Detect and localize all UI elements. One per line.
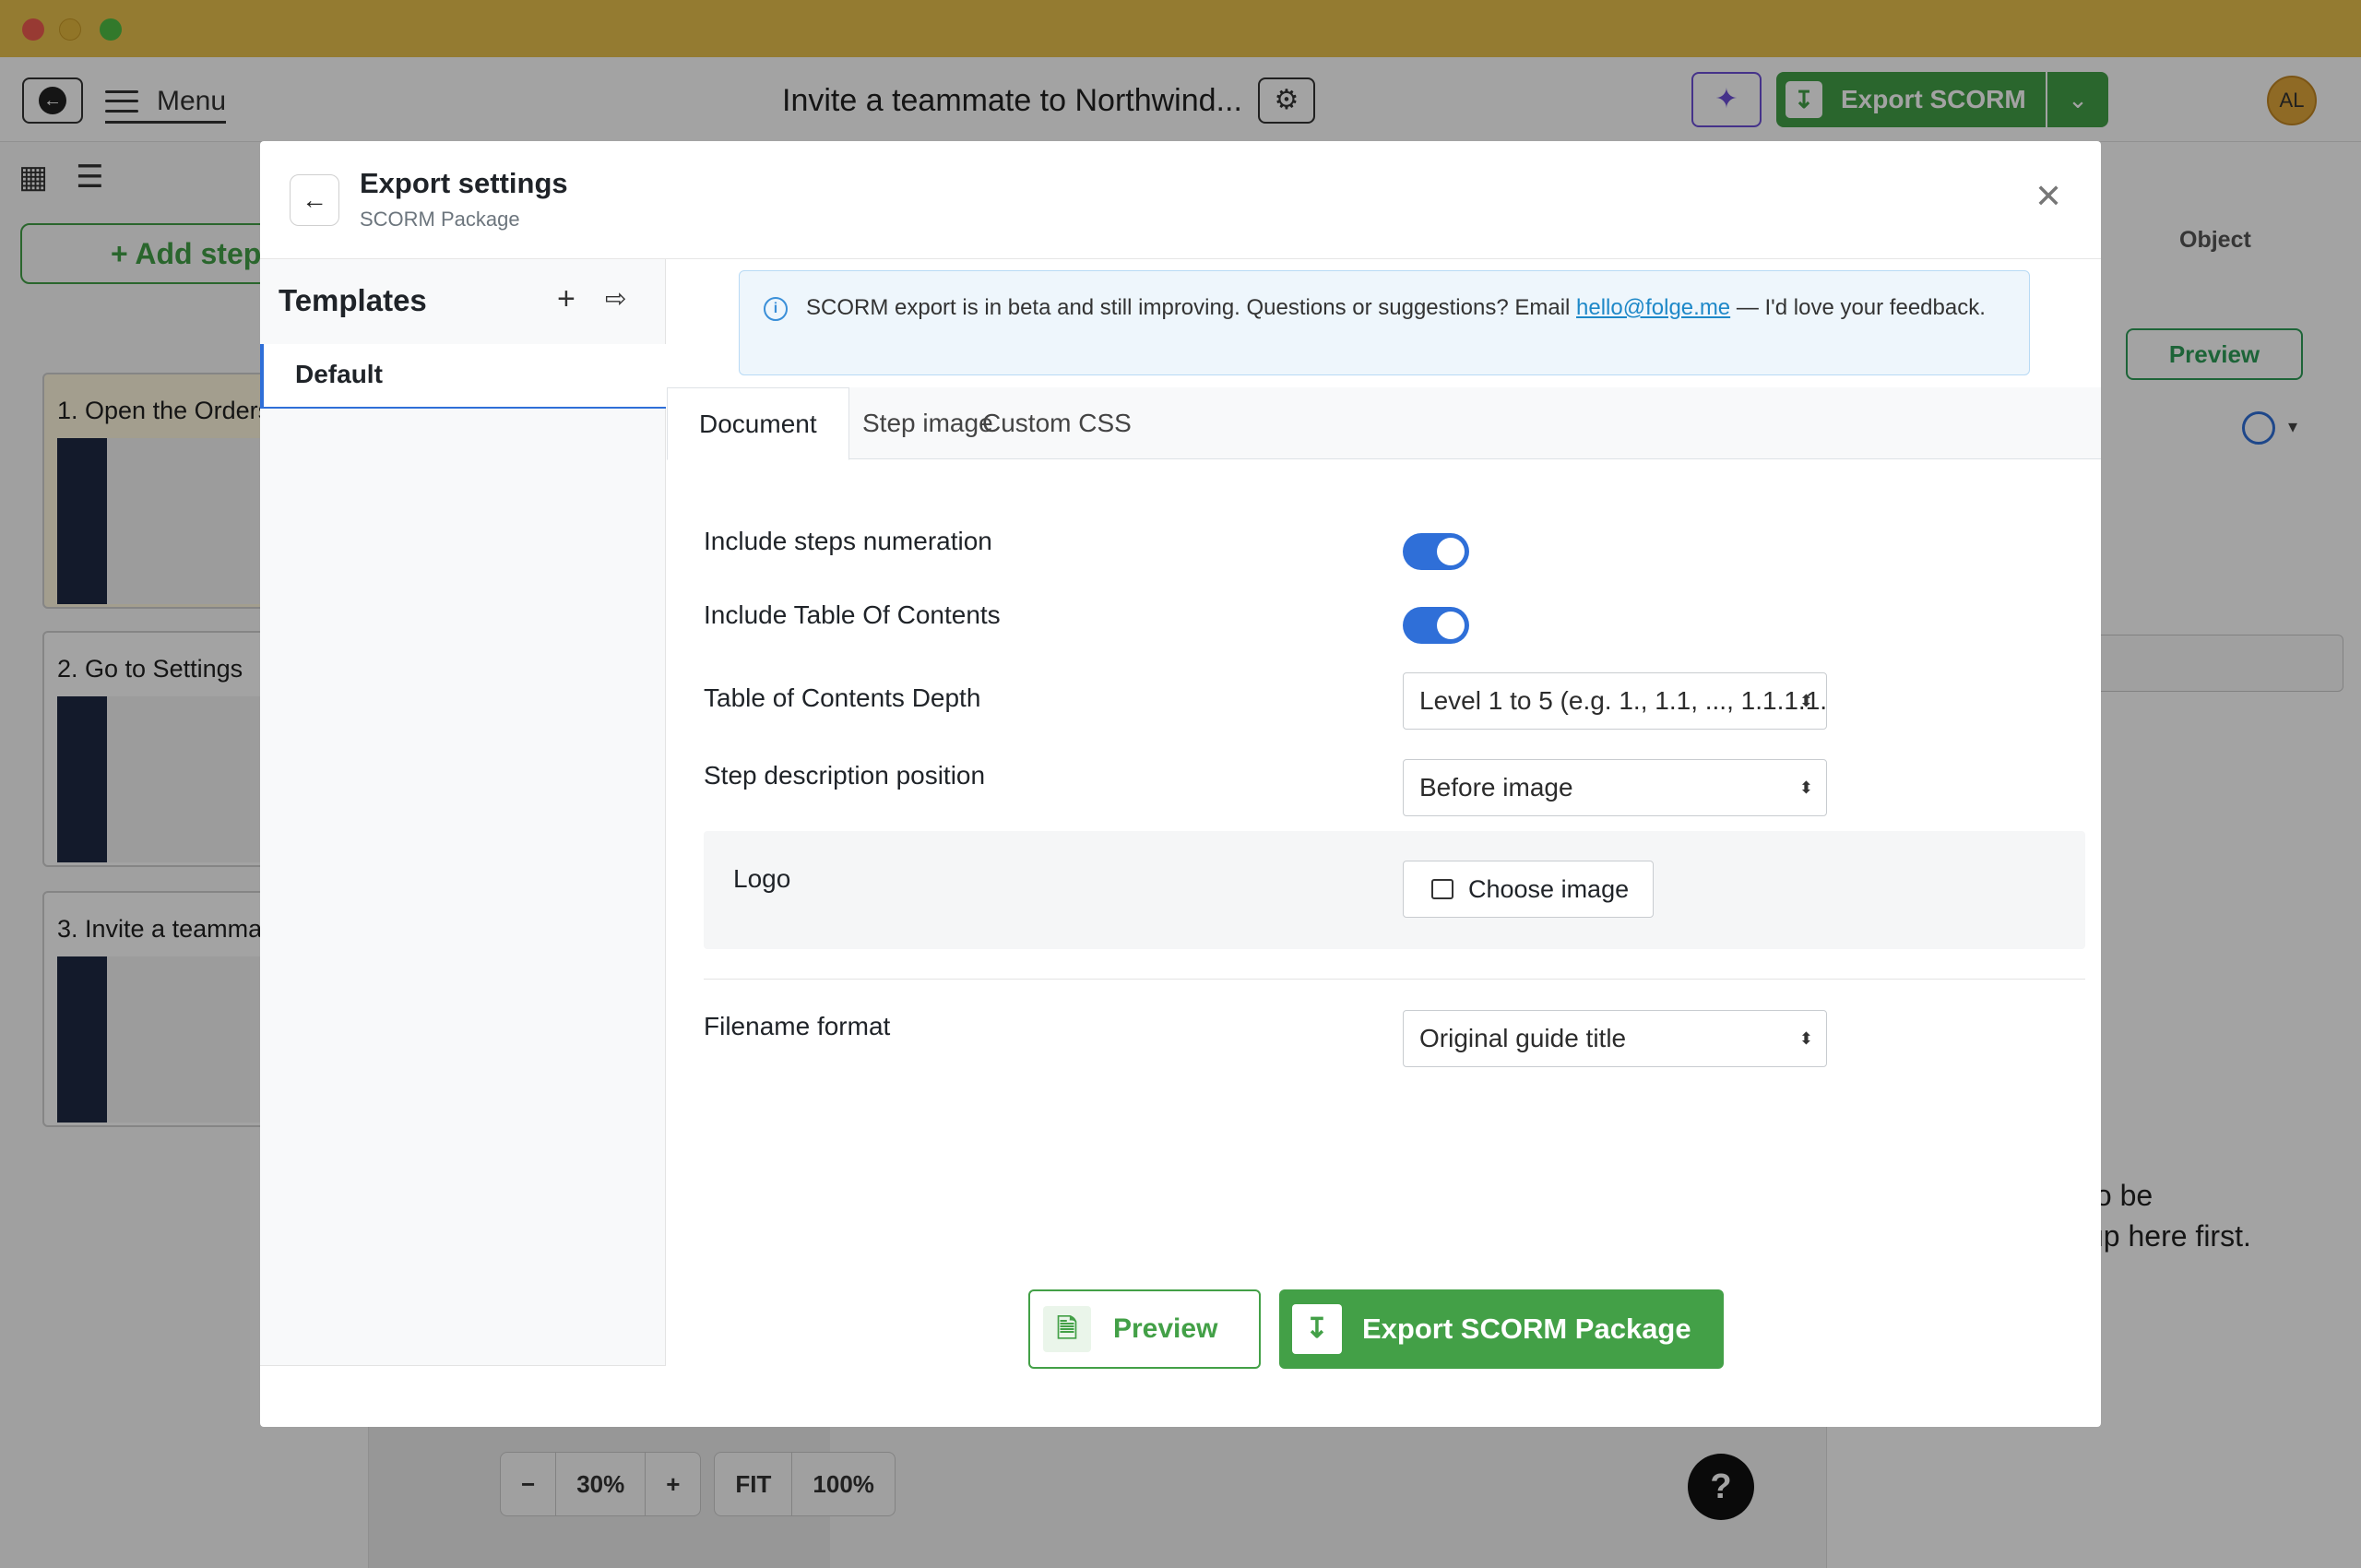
filename-format-select[interactable]: Original guide title ⬍ — [1403, 1010, 1827, 1067]
toc-label: Include Table Of Contents — [704, 600, 1001, 629]
modal-title: Export settings — [360, 167, 568, 199]
toc-depth-value: Level 1 to 5 (e.g. 1., 1.1, ..., 1.1.1.1… — [1419, 686, 1827, 715]
filename-format-value: Original guide title — [1419, 1024, 1627, 1052]
toc-depth-label: Table of Contents Depth — [704, 683, 981, 712]
image-icon — [1431, 879, 1453, 899]
step-description-value: Before image — [1419, 773, 1573, 802]
divider — [704, 979, 2085, 980]
modal-back-button[interactable]: ← — [290, 174, 339, 226]
modal-subtitle: SCORM Package — [360, 208, 520, 231]
logo-row: Logo Choose image — [704, 831, 2085, 949]
templates-heading: Templates — [279, 283, 427, 317]
toc-toggle[interactable] — [1403, 607, 1469, 644]
sort-arrows-icon: ⬍ — [1798, 778, 1813, 797]
arrow-left-icon: ← — [302, 185, 327, 214]
info-icon: i — [764, 297, 788, 321]
close-icon[interactable]: ✕ — [2035, 178, 2062, 215]
template-item-default[interactable]: Default — [260, 344, 666, 409]
tab-custom-css[interactable]: Custom CSS — [951, 387, 1163, 459]
filename-format-label: Filename format — [704, 1012, 891, 1040]
alert-text-after: — I'd love your feedback. — [1730, 295, 1986, 320]
beta-alert: i SCORM export is in beta and still impr… — [739, 270, 2030, 375]
add-template-icon[interactable]: + — [557, 281, 575, 317]
step-description-select[interactable]: Before image ⬍ — [1403, 759, 1827, 816]
preview-button[interactable]: 🗎 Preview — [1028, 1289, 1261, 1369]
sort-arrows-icon: ⬍ — [1798, 692, 1813, 710]
choose-image-label: Choose image — [1468, 875, 1630, 903]
alert-text-before: SCORM export is in beta and still improv… — [806, 295, 1577, 320]
download-icon: ↧ — [1292, 1304, 1342, 1354]
preview-label: Preview — [1113, 1313, 1218, 1344]
file-preview-icon: 🗎 — [1043, 1306, 1091, 1352]
settings-tabs: Document Step image Custom CSS — [667, 387, 2101, 460]
step-description-label: Step description position — [704, 761, 986, 790]
email-link[interactable]: hello@folge.me — [1576, 295, 1730, 320]
logo-label: Logo — [733, 864, 791, 893]
choose-image-button[interactable]: Choose image — [1403, 861, 1654, 918]
tab-document[interactable]: Document — [667, 387, 849, 460]
toc-depth-select[interactable]: Level 1 to 5 (e.g. 1., 1.1, ..., 1.1.1.1… — [1403, 672, 1827, 730]
export-scorm-package-button[interactable]: ↧ Export SCORM Package — [1279, 1289, 1724, 1369]
import-template-icon[interactable]: ⇨ — [605, 283, 626, 314]
export-package-label: Export SCORM Package — [1362, 1313, 1691, 1345]
export-settings-modal: ← Export settings SCORM Package ✕ Templa… — [260, 141, 2101, 1427]
templates-sidebar: Templates + ⇨ Default — [260, 259, 666, 1366]
settings-panel: i SCORM export is in beta and still impr… — [667, 259, 2101, 1427]
steps-numeration-label: Include steps numeration — [704, 527, 992, 555]
sort-arrows-icon: ⬍ — [1798, 1029, 1813, 1048]
steps-numeration-toggle[interactable] — [1403, 533, 1469, 570]
modal-header: ← Export settings SCORM Package ✕ — [260, 141, 2101, 259]
